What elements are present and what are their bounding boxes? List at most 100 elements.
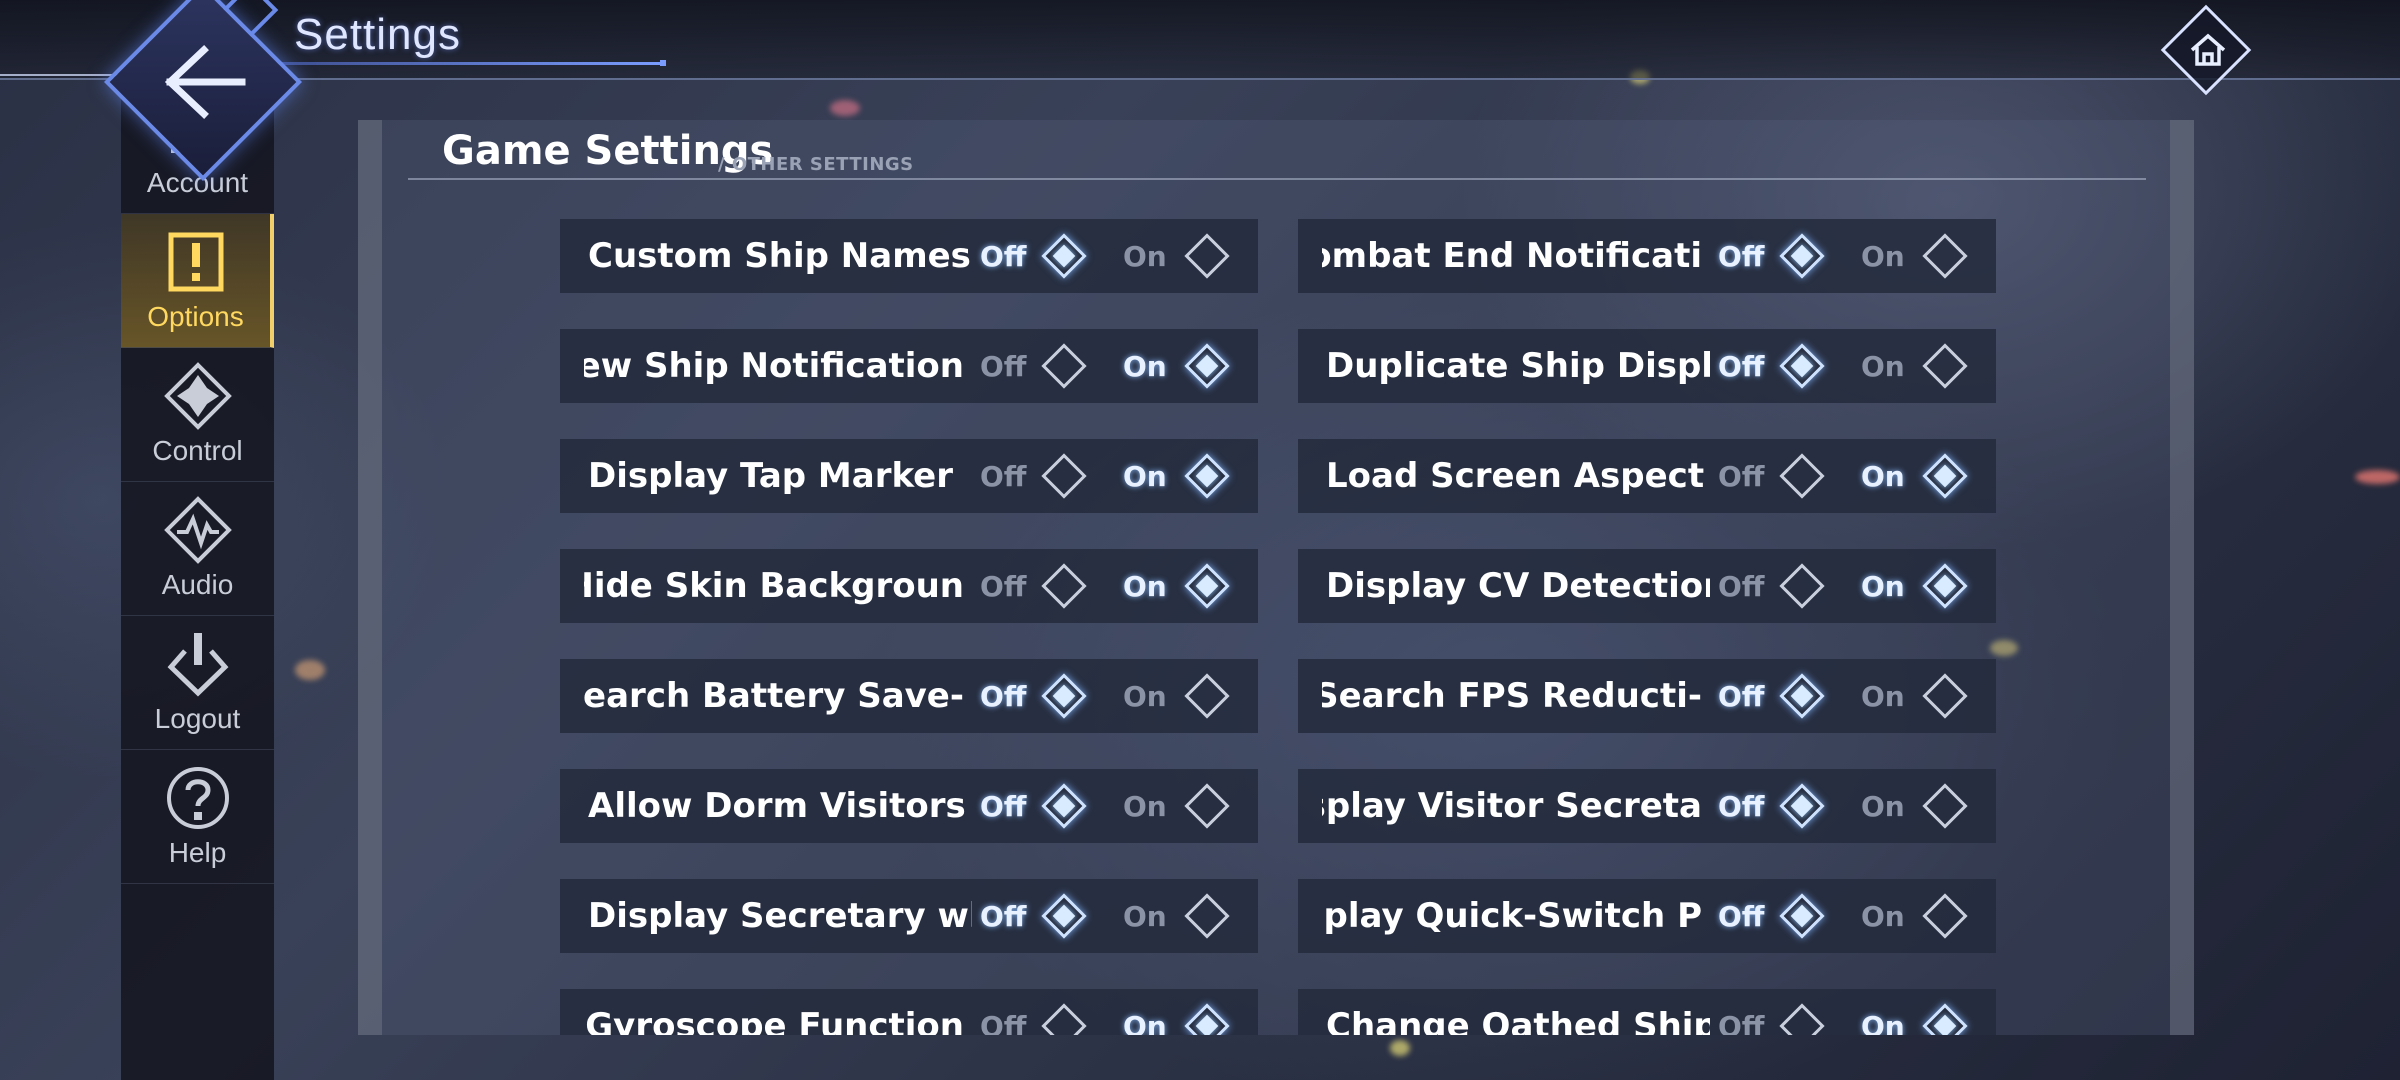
on-label: On [1861,349,1905,383]
diamond-icon[interactable] [1922,893,1968,939]
diamond-selected-icon[interactable] [1779,343,1825,389]
setting-item: Change Oathed Ship Off On [1298,989,1996,1035]
sidebar-item-logout[interactable]: Logout [121,616,274,750]
diamond-icon[interactable] [1779,563,1825,609]
setting-item: -Search FPS Reducti Off On [1298,659,1996,733]
diamond-selected-icon[interactable] [1922,1003,1968,1035]
diamond-icon[interactable] [1922,673,1968,719]
off-option[interactable]: Off [980,329,1087,403]
setting-item: splay Quick-Switch P Off On [1298,879,1996,953]
on-option[interactable]: On [1123,879,1230,953]
off-label: Off [980,789,1027,823]
on-option[interactable]: On [1123,659,1230,733]
off-option[interactable]: Off [1718,219,1825,293]
on-option[interactable]: On [1123,769,1230,843]
control-icon [163,362,232,430]
on-option[interactable]: On [1861,989,1968,1035]
setting-item: Gyroscope Function Off On [560,989,1258,1035]
off-option[interactable]: Off [1718,439,1825,513]
setting-name: Custom Ship Names [588,236,971,276]
off-option[interactable]: Off [980,659,1087,733]
diamond-icon[interactable] [1184,783,1230,829]
on-option[interactable]: On [1861,549,1968,623]
setting-item: Allow Dorm Visitors Off On [560,769,1258,843]
diamond-selected-icon[interactable] [1779,783,1825,829]
setting-name: splay Quick-Switch P [1322,896,1702,936]
off-label: Off [980,569,1027,603]
on-option[interactable]: On [1123,549,1230,623]
settings-row: Gyroscope Function Off On Change Oathed Shi… [560,989,1996,1035]
diamond-icon[interactable] [1922,783,1968,829]
diamond-selected-icon[interactable] [1041,233,1087,279]
off-label: Off [980,679,1027,713]
diamond-selected-icon[interactable] [1041,893,1087,939]
off-option[interactable]: Off [1718,879,1825,953]
setting-name: ew Ship Notification [584,346,964,386]
off-option[interactable]: Off [980,989,1087,1035]
diamond-selected-icon[interactable] [1779,233,1825,279]
help-icon [166,767,229,829]
off-option[interactable]: Off [1718,769,1825,843]
diamond-icon[interactable] [1922,343,1968,389]
on-label: On [1123,899,1167,933]
off-option[interactable]: Off [980,439,1087,513]
diamond-icon[interactable] [1041,453,1087,499]
off-option[interactable]: Off [1718,659,1825,733]
power-icon [167,633,228,697]
sidebar-item-control[interactable]: Control [121,348,274,482]
diamond-selected-icon[interactable] [1184,343,1230,389]
on-option[interactable]: On [1861,329,1968,403]
diamond-icon[interactable] [1922,233,1968,279]
diamond-selected-icon[interactable] [1041,783,1087,829]
audio-icon [163,496,232,564]
diamond-selected-icon[interactable] [1184,1003,1230,1035]
setting-item: Display Secretary wh Off On [560,879,1258,953]
on-label: On [1861,679,1905,713]
on-option[interactable]: On [1123,989,1230,1035]
off-label: Off [980,349,1027,383]
on-label: On [1861,239,1905,273]
diamond-icon[interactable] [1779,1003,1825,1035]
home-icon[interactable] [2178,20,2238,80]
sidebar-item-options[interactable]: Options [121,214,274,348]
sidebar-item-help[interactable]: Help [121,750,274,884]
diamond-selected-icon[interactable] [1184,563,1230,609]
on-option[interactable]: On [1861,439,1968,513]
setting-name: Change Oathed Ship [1326,1006,1710,1035]
on-option[interactable]: On [1861,769,1968,843]
off-option[interactable]: Off [980,769,1087,843]
off-label: Off [1718,899,1765,933]
diamond-icon[interactable] [1184,893,1230,939]
title-underline [270,62,662,65]
diamond-selected-icon[interactable] [1041,673,1087,719]
diamond-selected-icon[interactable] [1922,563,1968,609]
off-option[interactable]: Off [1718,989,1825,1035]
diamond-icon[interactable] [1041,1003,1087,1035]
diamond-icon[interactable] [1779,453,1825,499]
setting-item: Display CV Detection Off On [1298,549,1996,623]
on-option[interactable]: On [1861,219,1968,293]
off-option[interactable]: Off [980,879,1087,953]
on-option[interactable]: On [1123,219,1230,293]
on-option[interactable]: On [1123,329,1230,403]
diamond-icon[interactable] [1041,343,1087,389]
settings-list[interactable]: Custom Ship Names Off On ombat End Notifica… [560,219,1996,1035]
off-option[interactable]: Off [1718,549,1825,623]
sidebar-item-audio[interactable]: Audio [121,482,274,616]
settings-row: Allow Dorm Visitors Off On isplay Visitor S… [560,769,1996,843]
off-option[interactable]: Off [1718,329,1825,403]
diamond-selected-icon[interactable] [1922,453,1968,499]
diamond-selected-icon[interactable] [1779,673,1825,719]
on-option[interactable]: On [1861,879,1968,953]
diamond-icon[interactable] [1184,673,1230,719]
diamond-selected-icon[interactable] [1184,453,1230,499]
off-option[interactable]: Off [980,219,1087,293]
off-option[interactable]: Off [980,549,1087,623]
diamond-icon[interactable] [1041,563,1087,609]
back-arrow-icon[interactable] [160,42,248,122]
diamond-selected-icon[interactable] [1779,893,1825,939]
on-option[interactable]: On [1123,439,1230,513]
diamond-icon[interactable] [1184,233,1230,279]
on-option[interactable]: On [1861,659,1968,733]
off-label: Off [1718,569,1765,603]
